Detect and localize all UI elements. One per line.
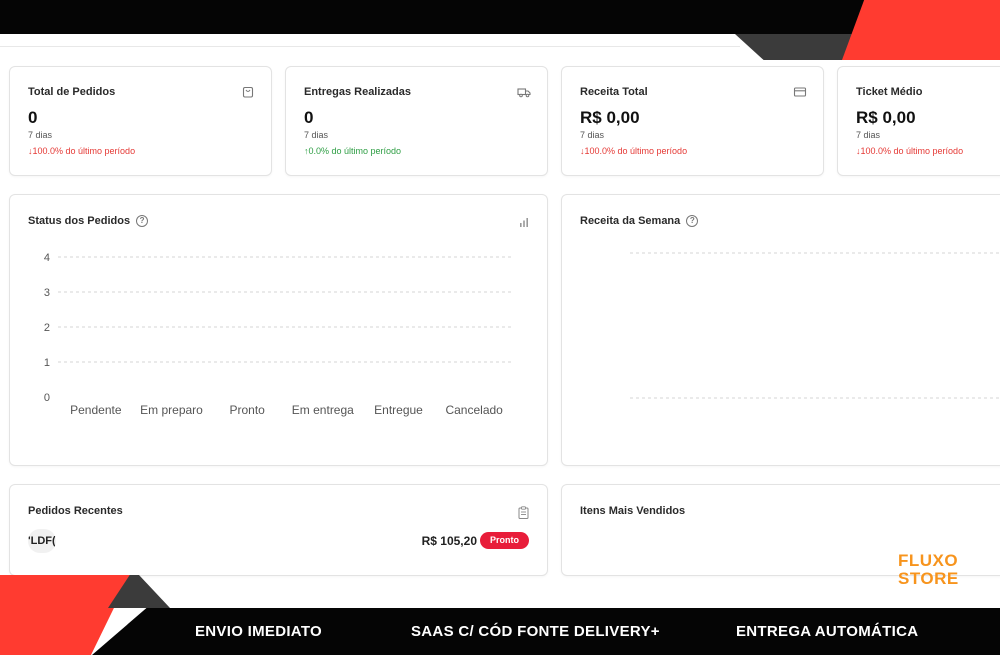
y-tick-label: 2 xyxy=(44,322,50,334)
status-orders-panel: Status dos Pedidos ? 0 1 2 3 4 Pendente Em pre… xyxy=(9,194,548,466)
weekly-revenue-chart xyxy=(630,252,1000,399)
stat-card-ticket-medio: Ticket Médio R$ 0,00 7 dias ↓100.0% do ú… xyxy=(837,66,1000,176)
x-tick-label: Em preparo xyxy=(140,403,203,417)
stat-title: Entregas Realizadas xyxy=(304,86,411,98)
stat-delta: ↓100.0% do último período xyxy=(28,146,136,156)
recent-orders-panel: Pedidos Recentes 'LDF( R$ 105,20 Pronto xyxy=(9,484,548,576)
bag-icon xyxy=(242,86,254,98)
y-tick-label: 1 xyxy=(44,357,50,369)
credit-card-icon xyxy=(793,87,807,97)
status-orders-chart: 0 1 2 3 4 Pendente Em preparo Pronto Em entrega E… xyxy=(44,252,512,417)
top-banner-red-stripe xyxy=(842,0,1000,60)
stat-title: Total de Pedidos xyxy=(28,86,116,98)
stat-title: Ticket Médio xyxy=(856,86,923,98)
x-tick-label: Em entrega xyxy=(292,403,354,417)
stat-card-entregas: Entregas Realizadas 0 7 dias ↑0.0% do úl… xyxy=(285,66,548,176)
y-tick-label: 3 xyxy=(44,287,50,299)
stat-period: 7 dias xyxy=(856,130,881,140)
banner-item-saas: SAAS C/ CÓD FONTE DELIVERY+ xyxy=(411,623,660,640)
stat-value: R$ 0,00 xyxy=(856,108,916,127)
stat-delta: ↓100.0% do último período xyxy=(856,146,964,156)
banner-item-entrega: ENTREGA AUTOMÁTICA xyxy=(736,623,919,640)
x-tick-label: Pronto xyxy=(229,403,265,417)
clipboard-icon[interactable] xyxy=(518,506,529,519)
stat-delta: ↑0.0% do último período xyxy=(304,146,402,156)
y-tick-label: 0 xyxy=(44,392,50,404)
stat-delta: ↓100.0% do último período xyxy=(580,146,688,156)
weekly-revenue-panel: Receita da Semana ? xyxy=(561,194,1000,466)
panel-title-text: Pedidos Recentes xyxy=(28,505,123,517)
x-tick-label: Entregue xyxy=(374,403,423,417)
stat-value: 0 xyxy=(28,108,38,127)
stat-card-receita-total: Receita Total R$ 0,00 7 dias ↓100.0% do … xyxy=(561,66,824,176)
stat-period: 7 dias xyxy=(28,130,53,140)
stat-card-total-pedidos: Total de Pedidos 0 7 dias ↓100.0% do últ… xyxy=(9,66,272,176)
y-tick-label: 4 xyxy=(44,252,50,264)
truck-icon xyxy=(517,88,531,98)
recent-orders-title: Pedidos Recentes xyxy=(28,505,123,517)
order-price: R$ 105,20 xyxy=(421,534,477,548)
stat-period: 7 dias xyxy=(580,130,605,140)
header-divider xyxy=(0,46,740,47)
stat-period: 7 dias xyxy=(304,130,329,140)
banner-item-envio: ENVIO IMEDIATO xyxy=(195,623,322,640)
stat-value: 0 xyxy=(304,108,314,127)
stat-value: R$ 0,00 xyxy=(580,108,640,127)
stat-title: Receita Total xyxy=(580,86,648,98)
x-tick-label: Pendente xyxy=(70,403,122,417)
brand-logo: FLUXO STORE xyxy=(898,552,959,588)
brand-line-2: STORE xyxy=(898,569,959,588)
order-status-badge: Pronto xyxy=(480,532,529,549)
panel-title-text: Itens Mais Vendidos xyxy=(580,505,686,517)
brand-line-1: FLUXO xyxy=(898,551,959,570)
top-items-title: Itens Mais Vendidos xyxy=(580,505,685,517)
top-banner xyxy=(0,0,1000,34)
order-customer-avatar[interactable]: 'LDF( xyxy=(28,529,56,553)
x-tick-label: Cancelado xyxy=(445,403,503,417)
